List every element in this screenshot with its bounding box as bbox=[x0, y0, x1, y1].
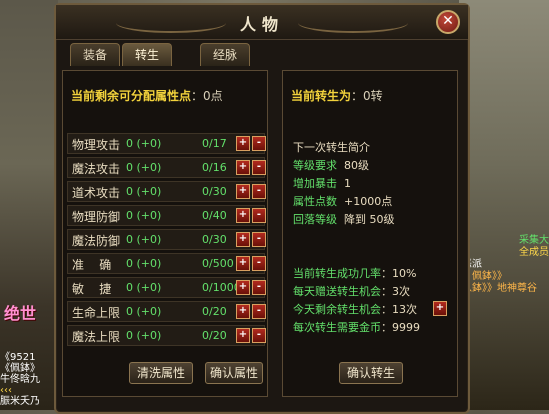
minus-button[interactable]: - bbox=[252, 328, 266, 343]
stat-row-agility: 敏 捷 0 (+0) 0/1000 + - bbox=[67, 277, 266, 298]
daily-free-chances: 每天赠送转生机会：3次 bbox=[293, 285, 410, 298]
tab-meridians[interactable]: 经脉 bbox=[200, 43, 250, 66]
plus-button[interactable]: + bbox=[236, 304, 250, 319]
stat-row-magic-attack: 魔法攻击 0 (+0) 0/16 + - bbox=[67, 157, 266, 178]
background-left-chat: 《9521 《佩鉢》 牛佟晗九 ‹‹‹ 脤米夭乃 bbox=[0, 352, 40, 407]
stat-row-physical-attack: 物理攻击 0 (+0) 0/17 + - bbox=[67, 133, 266, 154]
next-rebirth-title: 下一次转生简介 bbox=[293, 141, 370, 154]
tab-equipment[interactable]: 装备 bbox=[70, 43, 120, 66]
add-chance-button[interactable]: + bbox=[433, 301, 447, 316]
window-title: 人物 bbox=[239, 15, 284, 34]
minus-button[interactable]: - bbox=[252, 208, 266, 223]
minus-button[interactable]: - bbox=[252, 136, 266, 151]
minus-button[interactable]: - bbox=[252, 184, 266, 199]
background-right-labels: 采集大 全成员 恶派 》佩鉢》》 八鉢》》地神尊谷 bbox=[462, 235, 549, 294]
close-icon[interactable]: ✕ bbox=[436, 10, 460, 34]
plus-button[interactable]: + bbox=[236, 184, 250, 199]
gold-cost: 每次转生需要金币：9999 bbox=[293, 321, 420, 334]
remaining-chances: 今天剩余转生机会：13次 bbox=[293, 303, 417, 316]
rebirth-panel: 当前转生为：0转 下一次转生简介 等级要求 80级 增加暴击 1 属性点数 +1… bbox=[282, 70, 458, 397]
plus-button[interactable]: + bbox=[236, 280, 250, 295]
plus-button[interactable]: + bbox=[236, 160, 250, 175]
minus-button[interactable]: - bbox=[252, 232, 266, 247]
background-right bbox=[459, 0, 549, 410]
level-requirement: 等级要求 80级 bbox=[293, 159, 369, 172]
background-left-title: 绝世 bbox=[4, 304, 37, 323]
stat-row-taoist-attack: 道术攻击 0 (+0) 0/30 + - bbox=[67, 181, 266, 202]
plus-button[interactable]: + bbox=[236, 136, 250, 151]
confirm-rebirth-button[interactable]: 确认转生 bbox=[339, 362, 403, 384]
plus-button[interactable]: + bbox=[236, 232, 250, 247]
success-rate: 当前转生成功几率：10% bbox=[293, 267, 417, 280]
minus-button[interactable]: - bbox=[252, 256, 266, 271]
stat-row-mp-limit: 魔法上限 0 (+0) 0/20 + - bbox=[67, 325, 266, 346]
level-fallback: 回落等级 降到 50级 bbox=[293, 213, 395, 226]
stat-row-accuracy: 准 确 0 (+0) 0/500 + - bbox=[67, 253, 266, 274]
minus-button[interactable]: - bbox=[252, 304, 266, 319]
attribute-points: 属性点数 +1000点 bbox=[293, 195, 393, 208]
remaining-points: 当前剩余可分配属性点：0点 bbox=[71, 89, 223, 103]
character-window: 人物 ✕ 装备 转生 经脉 当前剩余可分配属性点：0点 物理攻击 0 (+0) … bbox=[54, 3, 470, 414]
stat-row-hp-limit: 生命上限 0 (+0) 0/20 + - bbox=[67, 301, 266, 322]
attribute-panel: 当前剩余可分配属性点：0点 物理攻击 0 (+0) 0/17 + - 魔法攻击 … bbox=[62, 70, 268, 397]
plus-button[interactable]: + bbox=[236, 208, 250, 223]
crit-bonus: 增加暴击 1 bbox=[293, 177, 351, 190]
stat-row-magic-defense: 魔法防御 0 (+0) 0/30 + - bbox=[67, 229, 266, 250]
confirm-attributes-button[interactable]: 确认属性 bbox=[205, 362, 263, 384]
tab-rebirth[interactable]: 转生 bbox=[122, 43, 172, 66]
minus-button[interactable]: - bbox=[252, 280, 266, 295]
stat-row-physical-defense: 物理防御 0 (+0) 0/40 + - bbox=[67, 205, 266, 226]
background-left bbox=[0, 0, 58, 410]
minus-button[interactable]: - bbox=[252, 160, 266, 175]
wash-attributes-button[interactable]: 清洗属性 bbox=[129, 362, 193, 384]
plus-button[interactable]: + bbox=[236, 328, 250, 343]
plus-button[interactable]: + bbox=[236, 256, 250, 271]
title-bar: 人物 ✕ bbox=[56, 5, 468, 40]
current-rebirth: 当前转生为：0转 bbox=[291, 89, 383, 103]
